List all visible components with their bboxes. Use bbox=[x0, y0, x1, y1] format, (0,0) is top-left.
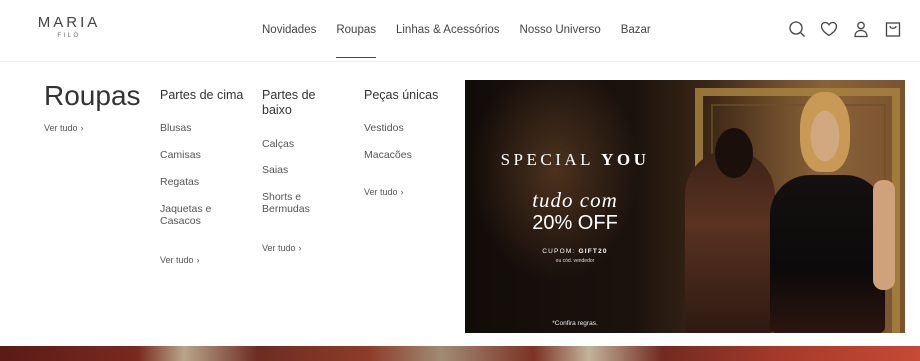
menu-title: Roupas bbox=[44, 80, 141, 111]
model-right-figure bbox=[770, 175, 885, 333]
column-see-all-link[interactable]: Ver tudo › bbox=[364, 187, 404, 197]
promo-banner[interactable]: SPECIAL YOU tudo com 20% OFF CUPOM: GIFT… bbox=[465, 80, 905, 333]
banner-discount: 20% OFF bbox=[532, 212, 618, 234]
chevron-right-icon: › bbox=[196, 255, 200, 265]
menu-item-regatas[interactable]: Regatas bbox=[160, 176, 199, 188]
nav-item-linhas-acessorios[interactable]: Linhas & Acessórios bbox=[396, 24, 500, 36]
heart-icon[interactable] bbox=[820, 20, 838, 38]
model-right-head bbox=[800, 92, 850, 172]
banner-coupon-note: ou cód. vendedor bbox=[555, 258, 595, 264]
chevron-right-icon: › bbox=[400, 187, 404, 197]
nav-item-nosso-universo[interactable]: Nosso Universo bbox=[520, 24, 601, 36]
main-nav: Novidades Roupas Linhas & Acessórios Nos… bbox=[262, 24, 671, 58]
menu-item-calcas[interactable]: Calças bbox=[262, 138, 294, 150]
column-heading-pecas-unicas[interactable]: Peças únicas bbox=[364, 88, 438, 103]
hero-image-strip bbox=[0, 346, 920, 361]
site-header: MARIA FILÓ Novidades Roupas Linhas & Ace… bbox=[0, 0, 920, 62]
logo-main-text: MARIA bbox=[37, 14, 101, 31]
menu-item-camisas[interactable]: Camisas bbox=[160, 149, 201, 161]
banner-coupon: CUPOM: GIFT20 bbox=[465, 248, 685, 255]
column-heading[interactable]: Partes de cima bbox=[160, 88, 243, 103]
banner-disclaimer: *Confira regras. bbox=[552, 320, 598, 327]
menu-item-blusas[interactable]: Blusas bbox=[160, 122, 192, 134]
see-all-label: Ver tudo bbox=[364, 187, 398, 197]
nav-item-roupas[interactable]: Roupas bbox=[336, 24, 376, 58]
user-icon[interactable] bbox=[852, 20, 870, 38]
column-see-all-link[interactable]: Ver tudo › bbox=[160, 255, 200, 265]
chevron-right-icon: › bbox=[298, 243, 302, 253]
menu-item-vestidos[interactable]: Vestidos bbox=[364, 122, 404, 134]
model-left-head bbox=[715, 128, 753, 178]
banner-copy: SPECIAL YOU tudo com 20% OFF CUPOM: GIFT… bbox=[465, 80, 685, 333]
header-actions bbox=[788, 20, 902, 38]
nav-item-bazar[interactable]: Bazar bbox=[621, 24, 651, 36]
menu-item-macacoes[interactable]: Macacões bbox=[364, 149, 412, 161]
search-icon[interactable] bbox=[788, 20, 806, 38]
headline-special: SPECIAL bbox=[500, 150, 594, 169]
menu-item-saias[interactable]: Saias bbox=[262, 164, 288, 176]
headline-you: YOU bbox=[601, 150, 650, 169]
menu-item-shorts-e-bermudas[interactable]: Shorts e Bermudas bbox=[262, 191, 322, 215]
column-heading-partes-de-baixo[interactable]: Partes de baixo bbox=[262, 88, 332, 118]
coupon-code: GIFT20 bbox=[578, 248, 608, 255]
banner-tudo-com: tudo com bbox=[532, 188, 618, 212]
see-all-label: Ver tudo bbox=[262, 243, 296, 253]
column-see-all-link[interactable]: Ver tudo › bbox=[262, 243, 302, 253]
coupon-label: CUPOM: bbox=[542, 248, 576, 255]
menu-item-jaquetas-e-casacos[interactable]: Jaquetas e Casacos bbox=[160, 203, 224, 227]
model-right-arm bbox=[873, 180, 895, 290]
menu-see-all-link[interactable]: Ver tudo › bbox=[44, 123, 84, 133]
see-all-label: Ver tudo bbox=[160, 255, 194, 265]
logo-sub-text: FILÓ bbox=[57, 33, 81, 39]
nav-item-novidades[interactable]: Novidades bbox=[262, 24, 316, 36]
brand-logo[interactable]: MARIA FILÓ bbox=[34, 14, 104, 39]
see-all-label: Ver tudo bbox=[44, 123, 78, 133]
bag-icon[interactable] bbox=[884, 20, 902, 38]
chevron-right-icon: › bbox=[80, 123, 84, 133]
banner-headline: SPECIAL YOU bbox=[465, 150, 685, 170]
menu-column-partes-de-cima: Partes de cima bbox=[160, 88, 243, 103]
